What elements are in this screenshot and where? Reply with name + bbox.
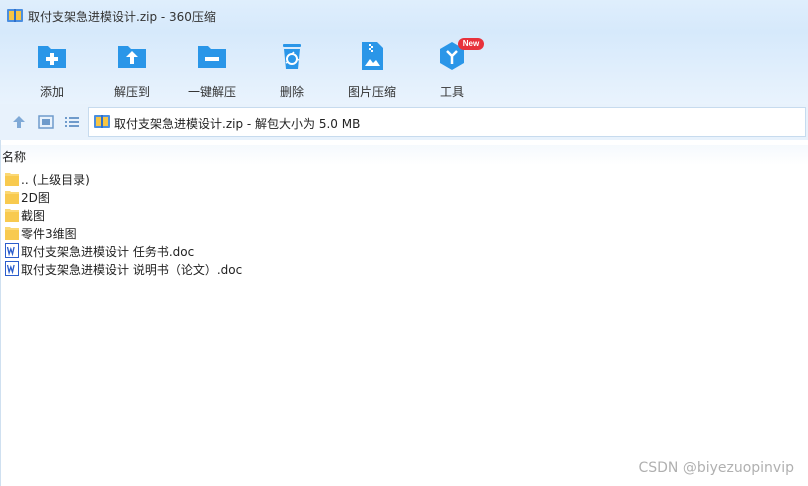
tools-button[interactable]: New 工具 [412, 38, 492, 100]
add-button[interactable]: 添加 [12, 38, 92, 100]
toolbar: 添加 解压到 一键解压 删除 图片压缩 New 工具 [0, 32, 808, 104]
new-badge: New [458, 38, 484, 50]
extract-to-icon [118, 46, 146, 68]
list-view-icon[interactable] [64, 114, 80, 130]
name-column-label: 名称 [2, 150, 27, 164]
image-compress-label: 图片压缩 [347, 85, 396, 99]
extract-to-label: 解压到 [113, 85, 150, 99]
file-name: .. (上级目录) [21, 173, 90, 187]
delete-label: 删除 [279, 85, 304, 99]
up-arrow-icon[interactable] [11, 114, 27, 130]
file-name: 截图 [21, 209, 46, 223]
folder-icon [5, 173, 19, 186]
image-compress-icon [362, 42, 383, 70]
one-click-extract-label: 一键解压 [187, 85, 236, 99]
folder-icon [5, 227, 19, 240]
word-document-icon [5, 243, 19, 258]
image-compress-button[interactable]: 图片压缩 [332, 38, 412, 100]
window-title: 取付支架急进模设计.zip - 360压缩 [28, 10, 216, 24]
list-item-folder[interactable]: 零件3维图 [3, 224, 703, 241]
zip-archive-icon [94, 115, 110, 128]
address-text: 取付支架急进模设计.zip - 解包大小为 5.0 MB [114, 117, 361, 131]
delete-icon [283, 44, 301, 69]
app-window: 取付支架急进模设计.zip - 360压缩 添加 解压到 一键解压 删除 图片压… [0, 0, 808, 486]
address-bar: 取付支架急进模设计.zip - 解包大小为 5.0 MB [0, 104, 808, 140]
title-bar: 取付支架急进模设计.zip - 360压缩 [0, 0, 808, 32]
list-item-doc[interactable]: 取付支架急进模设计 任务书.doc [3, 242, 703, 259]
address-field[interactable]: 取付支架急进模设计.zip - 解包大小为 5.0 MB [88, 107, 806, 137]
archive-app-icon [7, 9, 23, 22]
one-click-extract-button[interactable]: 一键解压 [172, 38, 252, 100]
add-folder-icon [38, 46, 66, 68]
name-column-header[interactable]: 名称 [1, 145, 808, 165]
list-item-doc[interactable]: 取付支架急进模设计 说明书（论文）.doc [3, 260, 703, 277]
one-click-extract-icon [198, 46, 226, 68]
list-item-folder[interactable]: 2D图 [3, 188, 703, 205]
list-item-parent-dir[interactable]: .. (上级目录) [3, 170, 703, 187]
extract-to-button[interactable]: 解压到 [92, 38, 172, 100]
list-item-folder[interactable]: 截图 [3, 206, 703, 223]
file-name: 零件3维图 [21, 227, 77, 241]
file-name: 2D图 [21, 191, 50, 205]
file-list: 名称 .. (上级目录) 2D图 截图 零件3维图 取付支架急进模设计 任务书.… [0, 140, 808, 486]
watermark-text: CSDN @biyezuopinvip [638, 460, 794, 476]
delete-button[interactable]: 删除 [252, 38, 332, 100]
folder-icon [5, 191, 19, 204]
add-label: 添加 [39, 85, 64, 99]
tools-label: 工具 [439, 85, 464, 99]
word-document-icon [5, 261, 19, 276]
file-name: 取付支架急进模设计 说明书（论文）.doc [21, 263, 243, 277]
thumbnail-view-icon[interactable] [38, 114, 54, 130]
file-name: 取付支架急进模设计 任务书.doc [21, 245, 195, 259]
folder-icon [5, 209, 19, 222]
